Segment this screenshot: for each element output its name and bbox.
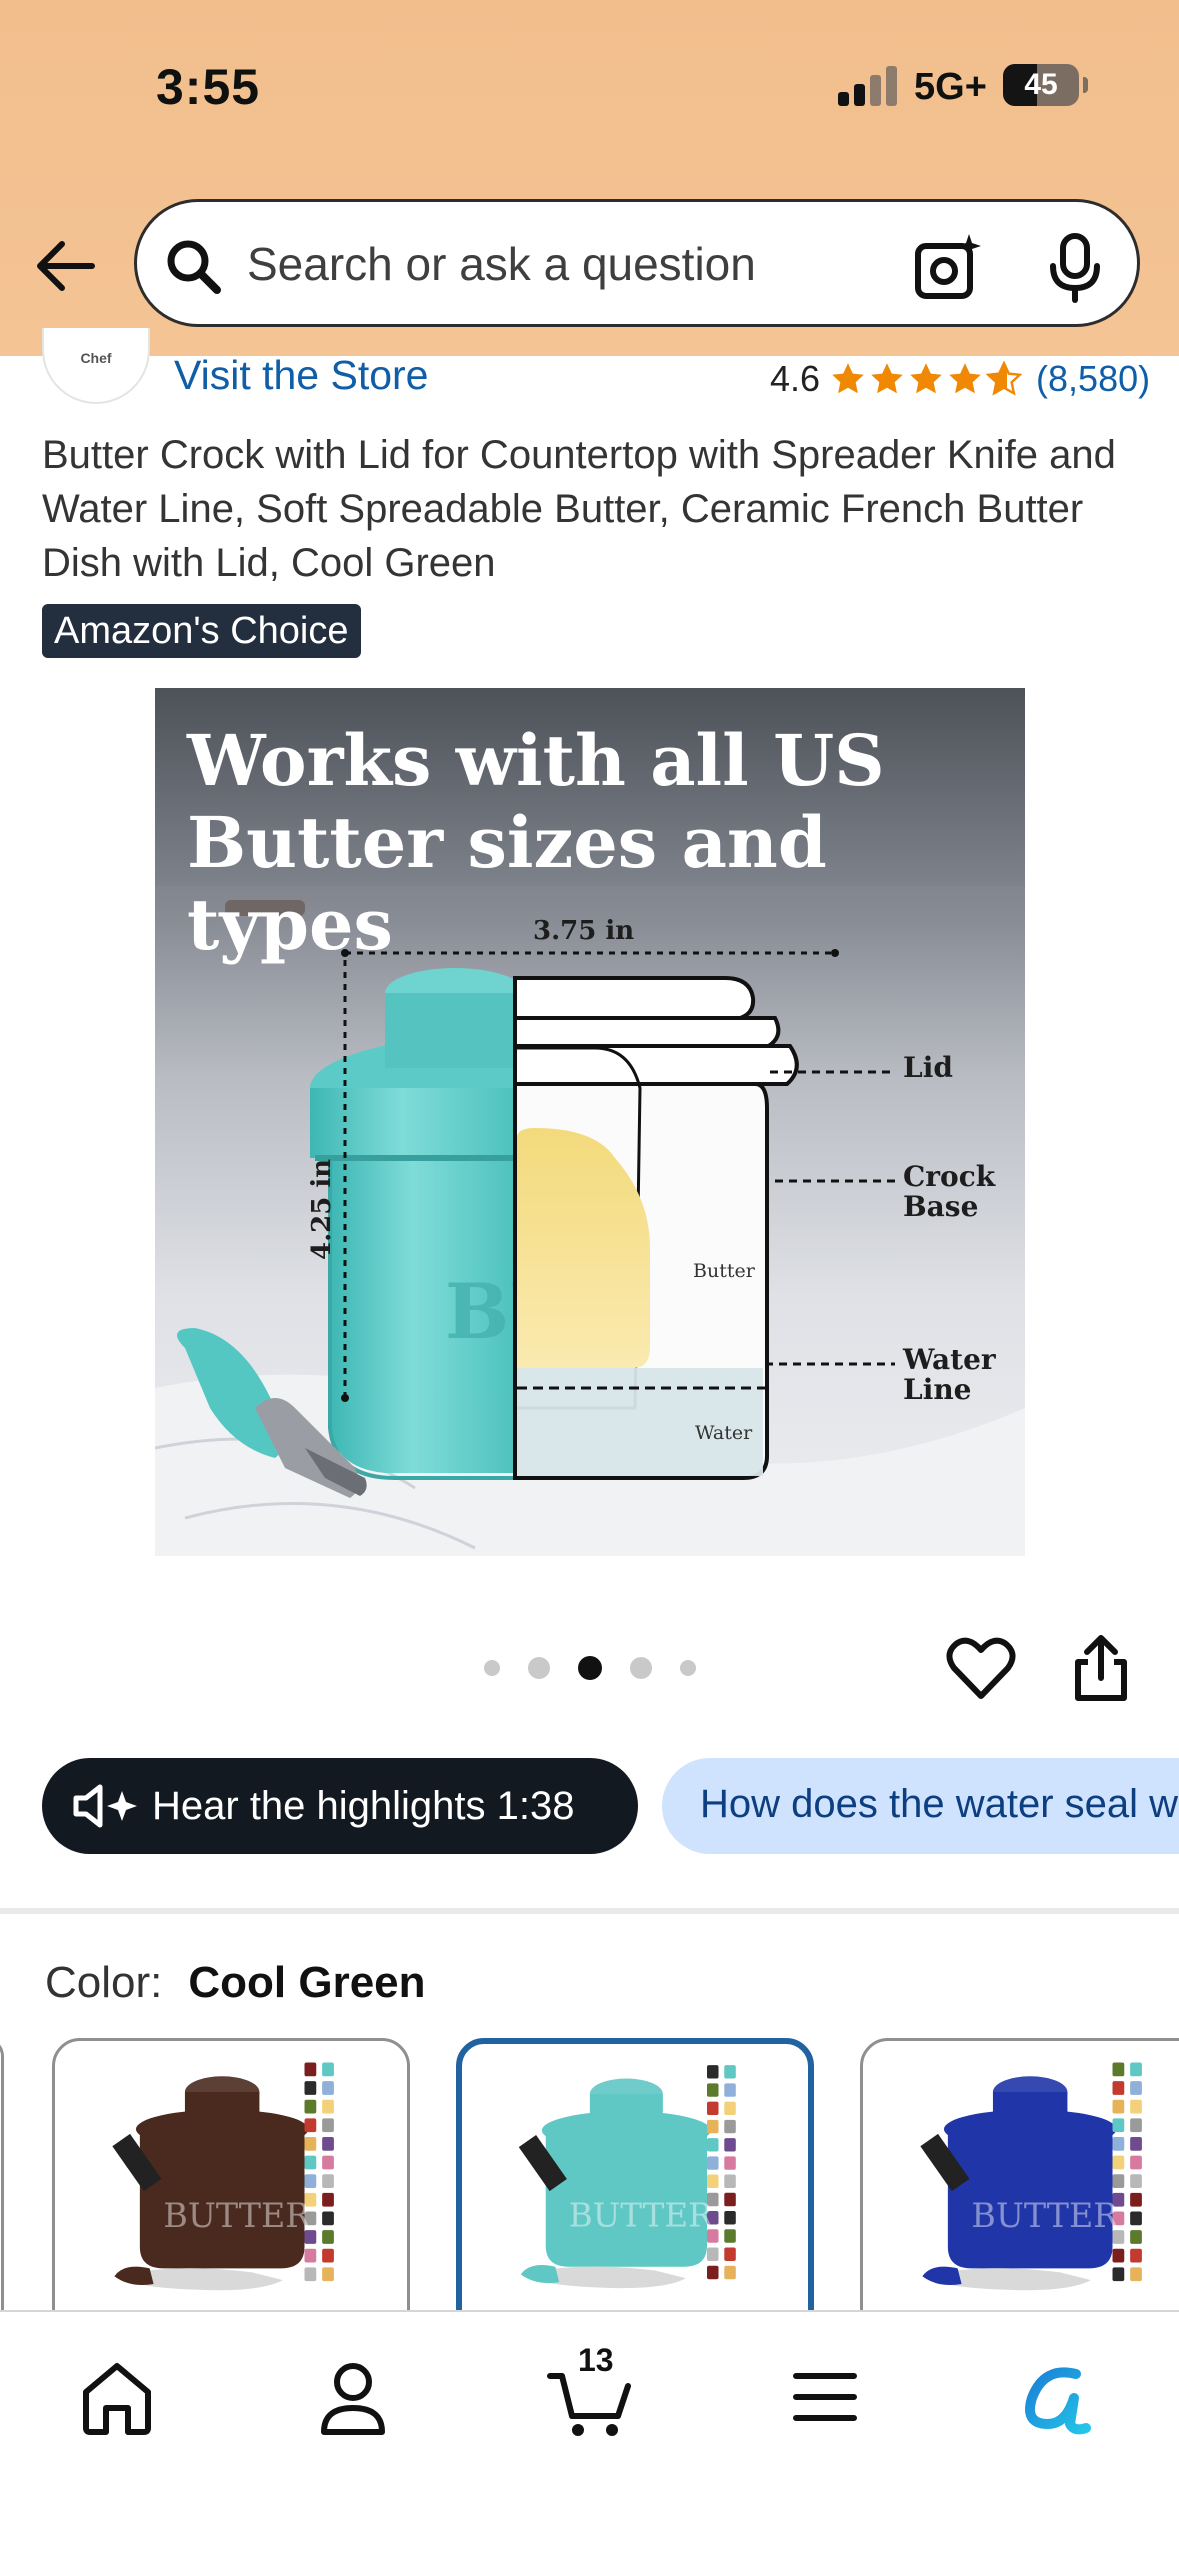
color-selection-label: Color: Cool Green xyxy=(45,1958,426,2008)
swatch-embossed-text: BUTTER xyxy=(163,2196,311,2235)
suggested-question-label: How does the water seal work? xyxy=(700,1782,1179,1826)
rufus-assistant-icon[interactable] xyxy=(1014,2352,1104,2442)
color-swatch-cool-green[interactable]: BUTTER xyxy=(456,2038,814,2338)
image-carousel-dots[interactable] xyxy=(484,1656,696,1680)
color-label: Color: xyxy=(45,1958,163,2007)
home-tab-icon[interactable] xyxy=(72,2352,162,2442)
cart-count-badge: 13 xyxy=(578,2342,614,2378)
butter-inner-label: Butter xyxy=(693,1260,755,1282)
carousel-dot[interactable] xyxy=(484,1660,500,1676)
color-selected-value: Cool Green xyxy=(188,1958,426,2007)
color-swatch-brown[interactable]: BUTTER xyxy=(52,2038,410,2338)
carousel-dot[interactable] xyxy=(630,1657,652,1679)
swatch-product-image: BUTTER xyxy=(112,2062,334,2291)
section-divider xyxy=(0,1908,1179,1914)
star-full-icon xyxy=(910,363,942,394)
star-full-icon xyxy=(871,363,903,394)
network-type: 5G+ xyxy=(914,66,987,108)
battery-icon: 45 xyxy=(1003,64,1088,106)
back-arrow-icon[interactable] xyxy=(32,232,100,300)
rating-summary[interactable]: 4.6 (8,580) xyxy=(770,356,1150,402)
star-full-icon xyxy=(832,363,864,394)
brand-logo[interactable]: Chef xyxy=(42,328,150,404)
color-swatch-blue[interactable]: BUTTER xyxy=(860,2038,1179,2338)
water-line-label-line: Line xyxy=(903,1373,972,1406)
camera-search-icon[interactable] xyxy=(913,232,983,302)
suggested-question-chip[interactable]: How does the water seal work? xyxy=(662,1758,1179,1854)
crock-base-label-line: Base xyxy=(903,1190,979,1223)
color-swatch-partial[interactable] xyxy=(0,2038,4,2338)
product-image[interactable]: BUTT Works with all US Butter sizes and … xyxy=(155,688,1025,1556)
crock-base-label: Crock Base xyxy=(903,1162,995,1222)
search-bar[interactable] xyxy=(134,199,1140,327)
width-dimension-label: 3.75 in xyxy=(533,916,635,946)
star-half-icon xyxy=(986,361,1023,396)
battery-level: 45 xyxy=(1024,68,1058,101)
product-title: Butter Crock with Lid for Countertop wit… xyxy=(42,433,1116,585)
swatch-product-image: BUTTER xyxy=(518,2065,736,2289)
swatch-product-image: BUTTER xyxy=(920,2062,1142,2291)
image-headline-line: Works with all US xyxy=(187,719,885,802)
share-icon[interactable] xyxy=(1070,1632,1132,1704)
header-bar: 3:55 5G+ 45 xyxy=(0,0,1179,356)
search-input[interactable] xyxy=(247,232,867,296)
height-dimension-label: 4.25 in xyxy=(307,1158,337,1260)
lid-label: Lid xyxy=(903,1051,953,1084)
speaker-sparkle-icon xyxy=(73,1784,137,1828)
swatch-embossed-text: BUTTER xyxy=(971,2196,1119,2235)
menu-tab-icon[interactable] xyxy=(780,2352,870,2442)
water-line-label-line: Water xyxy=(903,1343,996,1376)
bottom-tab-bar: 13 xyxy=(0,2310,1179,2556)
status-time: 3:55 xyxy=(156,59,261,115)
rating-count-link[interactable]: (8,580) xyxy=(1036,358,1150,400)
hear-highlights-label: Hear the highlights 1:38 xyxy=(152,1783,575,1828)
water-inner-label: Water xyxy=(695,1422,753,1444)
swatch-embossed-text: BUTTER xyxy=(569,2196,714,2234)
carousel-dot-active[interactable] xyxy=(578,1656,602,1680)
hear-highlights-button[interactable]: Hear the highlights 1:38 xyxy=(42,1758,638,1854)
search-icon xyxy=(163,236,223,296)
heart-icon[interactable] xyxy=(946,1636,1016,1702)
carousel-dot[interactable] xyxy=(528,1657,550,1679)
crock-base-label-line: Crock xyxy=(903,1160,996,1193)
microphone-icon[interactable] xyxy=(1043,232,1107,304)
account-tab-icon[interactable] xyxy=(308,2352,398,2442)
carousel-dot[interactable] xyxy=(680,1660,696,1676)
water-line-label: Water Line xyxy=(903,1345,996,1405)
star-rating-icon xyxy=(830,361,1023,397)
rating-value: 4.6 xyxy=(770,358,821,399)
cellular-signal-icon xyxy=(838,66,900,106)
amazons-choice-badge[interactable]: Amazon's Choice xyxy=(42,604,361,658)
star-full-icon xyxy=(949,363,981,394)
visit-store-link[interactable]: Visit the Store xyxy=(174,352,429,399)
